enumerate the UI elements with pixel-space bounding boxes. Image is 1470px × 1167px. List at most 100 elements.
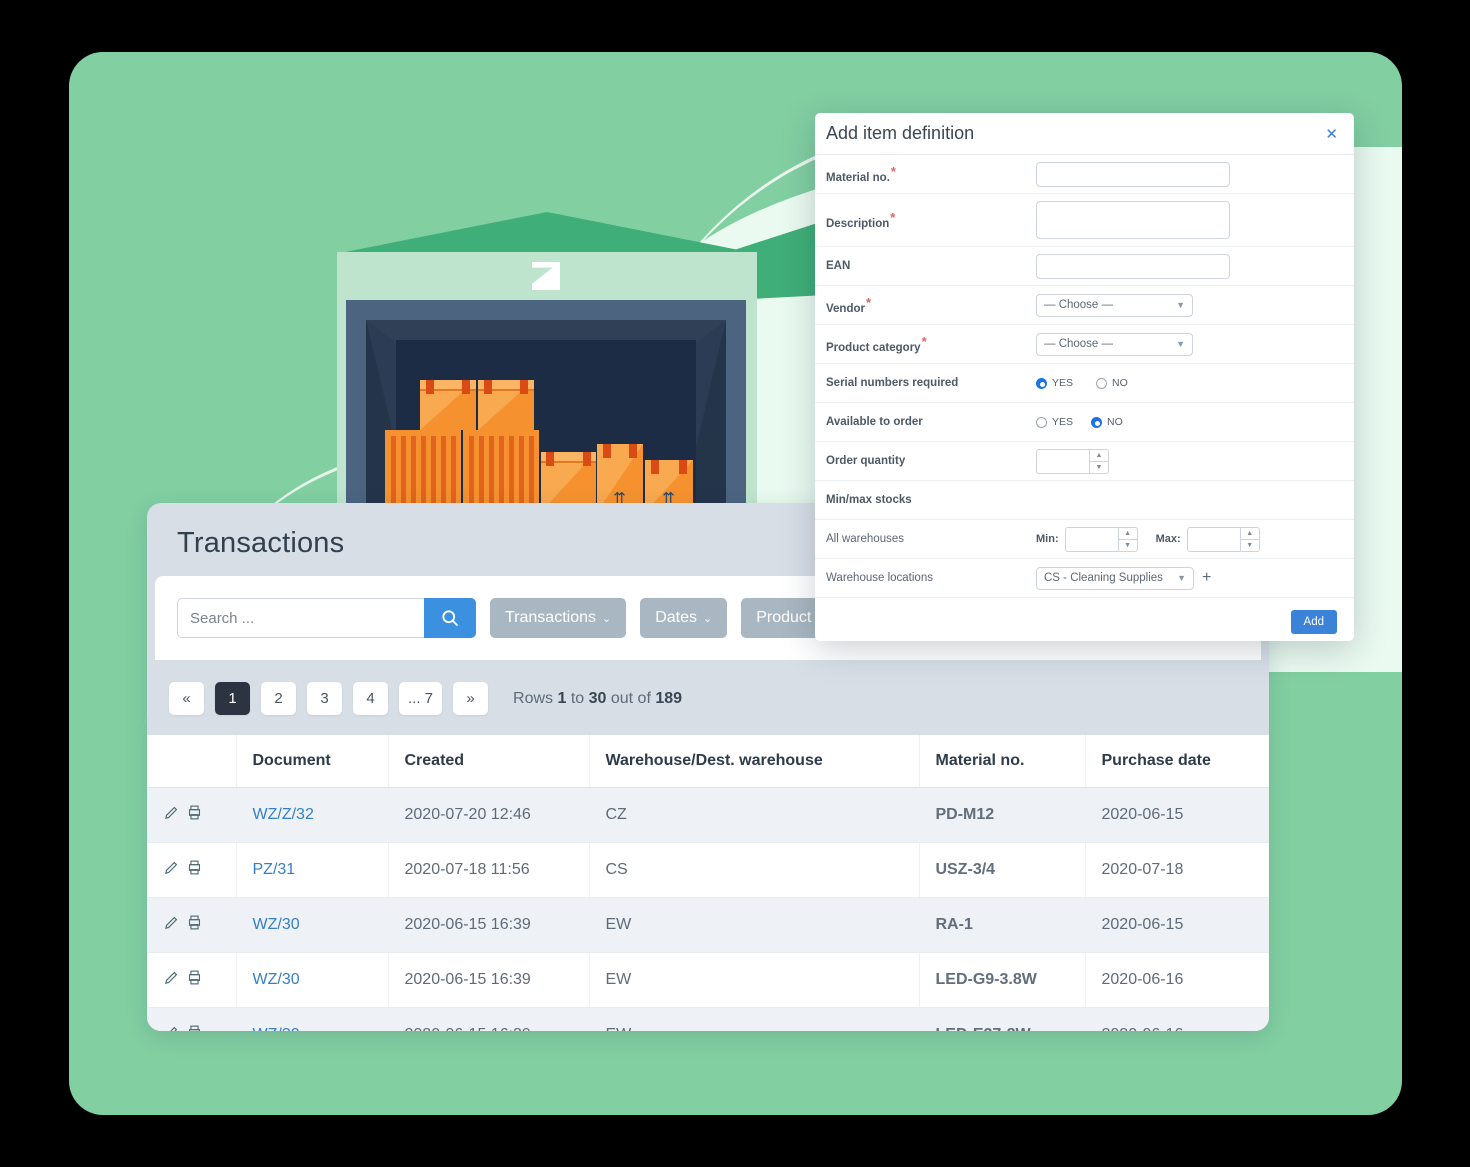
required-asterisk-description: * bbox=[890, 210, 896, 226]
chevron-down-icon-vendor: ▼ bbox=[1176, 300, 1185, 310]
material-no-input[interactable] bbox=[1036, 161, 1230, 187]
warehouse-location-select[interactable]: CS - Cleaning Supplies ▼ bbox=[1036, 566, 1194, 590]
max-input[interactable] bbox=[1186, 526, 1240, 552]
row-actions bbox=[147, 842, 237, 898]
max-label: Max: bbox=[1155, 533, 1181, 545]
edit-icon[interactable] bbox=[163, 804, 180, 826]
max-stepper[interactable]: ▲ ▼ bbox=[1186, 526, 1260, 552]
field-row-material-no: Material no.* bbox=[815, 155, 1354, 194]
search-button[interactable] bbox=[424, 598, 476, 638]
filter-product-label: Product bbox=[756, 609, 812, 626]
modal-header: Add item definition ✕ bbox=[815, 113, 1354, 155]
cell-material-no: LED-G9-3.8W bbox=[919, 952, 1086, 1008]
min-stepper[interactable]: ▲ ▼ bbox=[1064, 526, 1138, 552]
product-category-select[interactable]: — Choose — ▼ bbox=[1036, 332, 1193, 356]
edit-icon[interactable] bbox=[163, 969, 180, 991]
required-asterisk-material-no: * bbox=[890, 164, 896, 180]
edit-icon[interactable] bbox=[163, 1024, 180, 1031]
print-icon[interactable] bbox=[186, 969, 203, 991]
serial-numbers-no-radio[interactable]: NO bbox=[1096, 377, 1128, 389]
cell-document: PZ/31 bbox=[236, 842, 389, 898]
product-category-select-value: — Choose — bbox=[1044, 338, 1114, 350]
max-stepper-down-icon[interactable]: ▼ bbox=[1239, 538, 1260, 552]
filter-dates-button[interactable]: Dates ⌄ bbox=[640, 598, 728, 638]
document-link[interactable]: WZ/30 bbox=[253, 1026, 300, 1031]
print-icon[interactable] bbox=[186, 859, 203, 881]
pagination-first[interactable]: « bbox=[169, 682, 204, 715]
label-serial-numbers: Serial numbers required bbox=[826, 377, 959, 389]
label-ean: EAN bbox=[826, 260, 851, 272]
warehouse-bevel-top bbox=[366, 320, 726, 342]
col-purchase-date: Purchase date bbox=[1085, 735, 1269, 788]
required-asterisk-vendor: * bbox=[865, 295, 872, 311]
rows-total: 189 bbox=[655, 689, 683, 707]
stepper-up-icon[interactable]: ▲ bbox=[1089, 448, 1109, 461]
filter-transactions-label: Transactions bbox=[505, 609, 596, 626]
cell-material-no: RA-1 bbox=[919, 897, 1086, 953]
available-no-radio[interactable]: NO bbox=[1091, 416, 1123, 428]
radio-dot-serial-yes bbox=[1036, 377, 1047, 389]
serial-numbers-yes-radio[interactable]: YES bbox=[1036, 377, 1073, 389]
cell-created: 2020-06-15 16:39 bbox=[388, 897, 590, 953]
document-link[interactable]: PZ/31 bbox=[253, 861, 296, 878]
label-vendor: Vendor* bbox=[826, 289, 1036, 321]
pagination-page-4[interactable]: 4 bbox=[353, 682, 388, 715]
cell-material-no: USZ-3/4 bbox=[919, 842, 1086, 898]
cargo-box-small-2: ⇈ bbox=[597, 444, 643, 512]
stepper-down-icon[interactable]: ▼ bbox=[1089, 460, 1109, 474]
col-document: Document bbox=[236, 735, 389, 788]
print-icon[interactable] bbox=[186, 1024, 203, 1031]
col-material-no: Material no. bbox=[919, 735, 1086, 788]
required-asterisk-product-category: * bbox=[921, 334, 927, 350]
label-material-no-text: Material no. bbox=[826, 171, 890, 184]
rows-to: 30 bbox=[588, 689, 607, 707]
ean-input[interactable] bbox=[1036, 253, 1230, 279]
print-icon[interactable] bbox=[186, 804, 203, 826]
chevron-down-icon-warehouse: ▼ bbox=[1177, 573, 1186, 583]
min-stepper-down-icon[interactable]: ▼ bbox=[1117, 538, 1138, 552]
pagination-page-2[interactable]: 2 bbox=[261, 682, 296, 715]
document-link[interactable]: WZ/30 bbox=[253, 971, 300, 988]
add-warehouse-location-icon[interactable]: + bbox=[1202, 570, 1211, 586]
row-actions bbox=[147, 952, 237, 1008]
order-quantity-stepper[interactable]: ▲ ▼ bbox=[1036, 448, 1109, 474]
label-available-to-order: Available to order bbox=[826, 416, 923, 428]
min-input[interactable] bbox=[1064, 526, 1118, 552]
cargo-box-top-right bbox=[478, 380, 534, 430]
col-warehouse: Warehouse/Dest. warehouse bbox=[589, 735, 920, 788]
field-row-serial-numbers: Serial numbers required YES NO bbox=[815, 364, 1354, 403]
pagination-page-ellipsis[interactable]: ... 7 bbox=[399, 682, 443, 715]
min-stepper-up-icon[interactable]: ▲ bbox=[1117, 526, 1138, 539]
field-row-all-warehouses: All warehouses Min: ▲ ▼ Max: ▲ ▼ bbox=[815, 520, 1354, 559]
max-stepper-up-icon[interactable]: ▲ bbox=[1239, 526, 1260, 539]
pagination-page-3[interactable]: 3 bbox=[307, 682, 342, 715]
cell-warehouse: EW bbox=[589, 897, 920, 953]
available-yes-radio[interactable]: YES bbox=[1036, 416, 1073, 428]
filter-transactions-button[interactable]: Transactions ⌄ bbox=[490, 598, 627, 638]
add-button[interactable]: Add bbox=[1290, 610, 1337, 634]
pagination-page-1[interactable]: 1 bbox=[215, 682, 250, 715]
edit-icon[interactable] bbox=[163, 859, 180, 881]
pagination-last[interactable]: » bbox=[453, 682, 489, 715]
field-row-minmax-header: Min/max stocks bbox=[815, 481, 1354, 520]
search-input[interactable] bbox=[177, 598, 424, 638]
order-quantity-input[interactable] bbox=[1036, 448, 1089, 474]
label-description: Description* bbox=[826, 204, 1036, 236]
print-icon[interactable] bbox=[186, 914, 203, 936]
table-row: WZ/30 2020-06-15 16:39EWLED-E27-8W2020-06… bbox=[147, 1007, 1269, 1031]
rows-info: Rows 1 to 30 out of 189 bbox=[513, 690, 682, 708]
description-input[interactable] bbox=[1036, 201, 1230, 239]
label-description-text: Description bbox=[826, 217, 890, 230]
close-icon[interactable]: ✕ bbox=[1325, 125, 1338, 143]
field-row-description: Description* bbox=[815, 194, 1354, 247]
search-icon bbox=[442, 610, 459, 627]
label-warehouse-locations: Warehouse locations bbox=[826, 572, 933, 584]
vendor-select[interactable]: — Choose — ▼ bbox=[1036, 293, 1193, 317]
table-row: WZ/30 2020-06-15 16:39 EW RA-1 2020-06-15 bbox=[147, 897, 1269, 953]
label-product-category: Product category* bbox=[826, 328, 1036, 360]
document-link[interactable]: WZ/Z/32 bbox=[253, 806, 314, 823]
edit-icon[interactable] bbox=[163, 914, 180, 936]
cell-created: 2020-07-18 11:56 bbox=[388, 842, 590, 898]
document-link[interactable]: WZ/30 bbox=[253, 916, 300, 933]
modal-title: Add item definition bbox=[826, 123, 975, 143]
